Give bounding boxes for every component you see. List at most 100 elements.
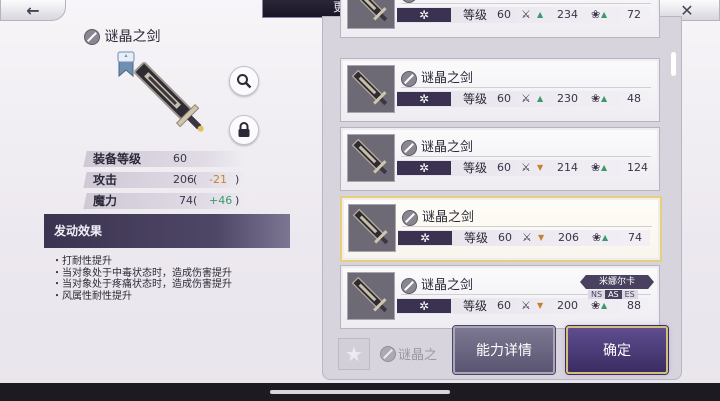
stat-paren-open: ( (193, 194, 198, 207)
stat-paren-open: ( (193, 173, 198, 186)
magic-staff-icon: ❀ (592, 231, 602, 244)
zoom-button[interactable] (229, 66, 259, 96)
sword-category-icon (380, 346, 396, 362)
level-label: 等级 (463, 299, 488, 313)
item-name: 谜晶之剑 (422, 210, 475, 225)
equipment-card[interactable]: 谜晶之剑 ✲ 等级 60 ⚔ ▼ 214 ❀ ▲ 124 (340, 127, 660, 191)
card-title: 谜晶之剑 (401, 136, 473, 156)
attack-trend-icon: ▼ (538, 233, 545, 242)
level-value: 60 (498, 231, 512, 244)
stat-diff: -21 (209, 173, 227, 186)
card-stats: ✲ 等级 60 ⚔ ▼ 214 ❀ ▲ 124 (397, 160, 649, 176)
home-indicator[interactable] (270, 390, 450, 394)
effect-header: 发动效果 (44, 214, 290, 248)
level-label: 等级 (464, 231, 489, 245)
style-tag-active: AS (605, 290, 622, 299)
level-label: 等级 (463, 161, 488, 175)
magic-trend-icon: ▲ (602, 233, 609, 242)
stat-label: 装备等级 (93, 152, 142, 166)
favorite-star-icon[interactable]: ★ (338, 338, 370, 370)
style-tag: NS (588, 290, 606, 299)
magic-trend-icon: ▲ (601, 10, 608, 19)
sword-category-icon (401, 139, 417, 156)
sword-category-icon (401, 70, 417, 87)
scrollbar-thumb[interactable] (671, 52, 676, 76)
attack-value: 234 (557, 8, 578, 21)
item-name: 谜晶之剑 (421, 0, 473, 2)
sword-category-icon (401, 277, 417, 294)
weapon-thumbnail (347, 272, 395, 320)
stat-row-magic: 魔力 74 ( +46 ) (83, 193, 247, 209)
partial-list-item[interactable]: ★ 谜晶之 (336, 334, 466, 372)
attack-value: 214 (557, 161, 578, 174)
owner-name: 米娜尔卡 (580, 275, 654, 289)
effect-item: ・当对象处于中毒状态时，造成伤害提升 (52, 267, 232, 279)
attack-value: 200 (557, 299, 578, 312)
level-value: 60 (497, 8, 511, 21)
effect-list: ・打耐性提升 ・当对象处于中毒状态时，造成伤害提升 ・当对象处于疼痛状态时，造成… (52, 256, 232, 302)
magnifier-icon (237, 74, 252, 89)
ability-details-button[interactable]: 能力详情 (453, 326, 555, 374)
owner-style-tags: NS AS ES (588, 290, 638, 299)
card-title: 谜晶之剑 (402, 206, 474, 226)
element-icon: ✲ (397, 92, 451, 106)
card-stats: ✲ 等级 60 ⚔ ▼ 206 ❀ ▲ 74 (398, 230, 650, 246)
confirm-button[interactable]: 确定 (566, 326, 668, 374)
level-value: 60 (497, 161, 511, 174)
lock-button[interactable] (229, 115, 259, 145)
attack-trend-icon: ▲ (537, 94, 544, 103)
magic-value: 72 (627, 8, 641, 21)
equipment-card[interactable]: 谜晶之剑 ✲ 等级 60 ⚔ ▲ 230 ❀ ▲ 48 (340, 58, 660, 122)
style-tag: ES (621, 290, 638, 299)
attack-trend-icon: ▼ (537, 301, 544, 310)
attack-icon: ⚔ (522, 231, 532, 244)
back-button[interactable]: ← (0, 0, 66, 21)
divider (401, 87, 651, 88)
attack-trend-icon: ▲ (537, 10, 544, 19)
magic-trend-icon: ▲ (601, 163, 608, 172)
element-icon: ✲ (397, 299, 451, 313)
magic-staff-icon: ❀ (591, 8, 601, 21)
equipment-card-selected[interactable]: 谜晶之剑 ✲ 等级 60 ⚔ ▼ 206 ❀ ▲ 74 (340, 196, 662, 262)
sword-category-icon (402, 209, 418, 226)
effect-item: ・打耐性提升 (52, 256, 112, 267)
close-icon: ✕ (680, 0, 694, 20)
magic-value: 48 (627, 92, 641, 105)
lock-icon (238, 122, 250, 137)
effect-item: ・当对象处于疼痛状态时，造成伤害提升 (52, 279, 232, 290)
stat-label: 魔力 (93, 194, 118, 208)
stat-paren-close: ) (235, 173, 240, 186)
divider (401, 156, 651, 157)
element-icon: ✲ (398, 231, 452, 245)
element-icon: ✲ (397, 161, 451, 175)
sword-category-icon (84, 29, 100, 45)
stat-diff: +46 (209, 194, 233, 207)
card-stats: ✲ 等级 60 ⚔ ▲ 230 ❀ ▲ 48 (397, 91, 649, 107)
stat-row-equip-level: 装备等级 60 (83, 151, 247, 167)
stat-paren-close: ) (235, 194, 240, 207)
attack-trend-icon: ▼ (537, 163, 544, 172)
arrow-left-icon: ← (26, 0, 40, 20)
attack-icon: ⚔ (521, 299, 531, 312)
attack-icon: ⚔ (521, 92, 531, 105)
level-value: 60 (497, 92, 511, 105)
stat-label: 攻击 (93, 173, 118, 187)
item-name: 谜晶之剑 (421, 140, 474, 155)
level-label: 等级 (463, 8, 488, 22)
attack-icon: ⚔ (521, 161, 531, 174)
level-label: 等级 (463, 92, 488, 106)
attack-value: 230 (557, 92, 578, 105)
weapon-thumbnail (347, 134, 395, 182)
card-stats: ✲ 等级 60 ⚔ ▲ 234 ❀ ▲ 72 (397, 7, 649, 23)
divider (401, 3, 651, 4)
magic-trend-icon: ▲ (601, 94, 608, 103)
weapon-image (134, 62, 204, 132)
item-name: 谜晶之剑 (421, 71, 474, 86)
magic-value: 74 (628, 231, 642, 244)
magic-staff-icon: ❀ (591, 92, 601, 105)
level-value: 60 (497, 299, 511, 312)
stat-row-attack: 攻击 206 ( -21 ) (83, 172, 247, 188)
equipment-card[interactable]: 谜晶之剑✲等级60⚔▲234❀▲72 (340, 0, 660, 38)
weapon-thumbnail (347, 0, 395, 29)
stat-value: 74 (179, 194, 193, 207)
